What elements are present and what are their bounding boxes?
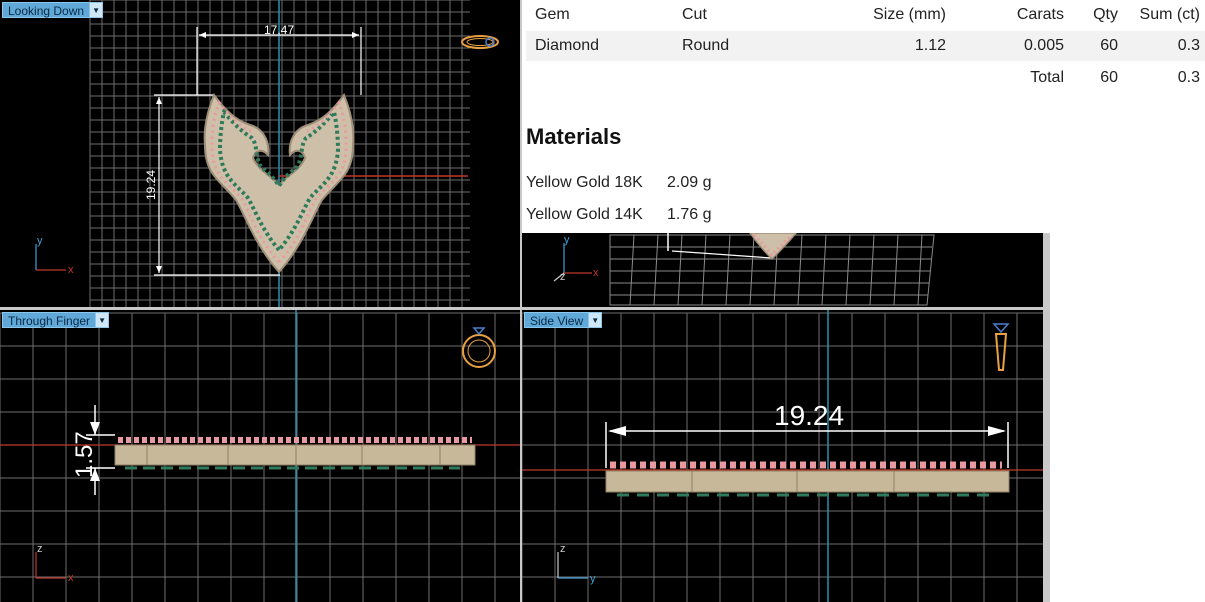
col-cut: Cut	[682, 6, 707, 23]
gem-report-panel: Gem Cut Size (mm) Carats Qty Sum (ct) Di…	[522, 0, 1205, 233]
col-carats: Carats	[1016, 6, 1064, 23]
material-weight: 1.76 g	[667, 206, 712, 223]
looking-down-canvas: y x 17.47 19.24	[35, 0, 499, 307]
viewport-divider-horizontal[interactable]	[0, 307, 1043, 310]
cell-gem: Diamond	[535, 37, 600, 54]
dim-height-label: 19.24	[144, 170, 158, 200]
cell-size: 1.12	[914, 37, 946, 54]
total-qty: 60	[1100, 69, 1118, 86]
axis-x-label: x	[68, 572, 74, 584]
table-row: Diamond Round 1.12 0.005 60 0.3	[526, 31, 1205, 61]
viewport-side-view[interactable]: 19.24 z y Side View ▼	[522, 310, 1043, 602]
side-view-canvas: 19.24 z y	[522, 310, 1043, 602]
axis-z-label: z	[560, 543, 566, 555]
viewport-looking-down[interactable]: y x 17.47 19.24 Looking Down ▼	[0, 0, 520, 307]
materials-title: Materials	[526, 124, 622, 149]
dropdown-arrow-icon[interactable]: ▼	[589, 312, 603, 328]
ring-top-icon	[461, 35, 499, 49]
cell-cut: Round	[682, 37, 730, 54]
through-finger-canvas: 1.57 z x	[0, 310, 520, 602]
material-name: Yellow Gold 14K	[526, 206, 643, 223]
table-header: Gem Cut Size (mm) Carats Qty Sum (ct)	[526, 0, 1205, 30]
ring-front-icon	[462, 327, 496, 368]
viewport-label: Looking Down	[2, 2, 91, 18]
total-sum: 0.3	[1177, 69, 1200, 86]
cell-qty: 60	[1100, 37, 1118, 54]
dropdown-arrow-icon[interactable]: ▼	[90, 2, 104, 18]
cell-sum: 0.3	[1177, 37, 1200, 54]
col-gem: Gem	[535, 6, 570, 23]
material-weight: 2.09 g	[667, 174, 712, 191]
dim-height-label: 1.57	[71, 431, 98, 478]
ring-side-icon	[992, 323, 1010, 371]
viewport-menu-through-finger[interactable]: Through Finger ▼	[2, 312, 110, 328]
perspective-canvas: y x z	[553, 233, 935, 306]
axis-z-label: z	[560, 271, 566, 283]
axis-y-label: y	[564, 234, 570, 246]
table-total-row: Total 60 0.3	[526, 63, 1205, 93]
axis-y-label: y	[590, 573, 596, 585]
col-size: Size (mm)	[873, 6, 946, 23]
dropdown-arrow-icon[interactable]: ▼	[96, 312, 110, 328]
viewport-label: Through Finger	[2, 312, 97, 328]
material-row: Yellow Gold 14K 1.76 g	[526, 206, 711, 224]
axis-x-label: x	[68, 264, 74, 276]
material-name: Yellow Gold 18K	[526, 174, 643, 191]
ornament-front	[114, 437, 476, 470]
viewport-through-finger[interactable]: 1.57 z x Through Finger ▼	[0, 310, 520, 602]
viewport-divider-vertical[interactable]	[520, 0, 522, 602]
viewport-menu-side-view[interactable]: Side View ▼	[524, 312, 603, 328]
dim-width-label: 17.47	[264, 23, 294, 37]
col-sum: Sum (ct)	[1139, 6, 1200, 23]
viewport-label: Side View	[524, 312, 590, 328]
dim-width-label: 19.24	[774, 400, 844, 431]
axis-z-label: z	[37, 543, 43, 555]
cell-carats: 0.005	[1023, 37, 1064, 54]
col-qty: Qty	[1093, 6, 1118, 23]
total-label: Total	[1030, 69, 1064, 86]
viewport-perspective[interactable]: y x z	[522, 233, 1043, 307]
blank-area	[1050, 233, 1205, 602]
viewport-menu-looking-down[interactable]: Looking Down ▼	[2, 2, 104, 18]
scrollbar[interactable]	[1043, 233, 1050, 602]
material-row: Yellow Gold 18K 2.09 g	[526, 174, 711, 192]
axis-y-label: y	[37, 235, 43, 247]
axis-x-label: x	[593, 267, 599, 279]
